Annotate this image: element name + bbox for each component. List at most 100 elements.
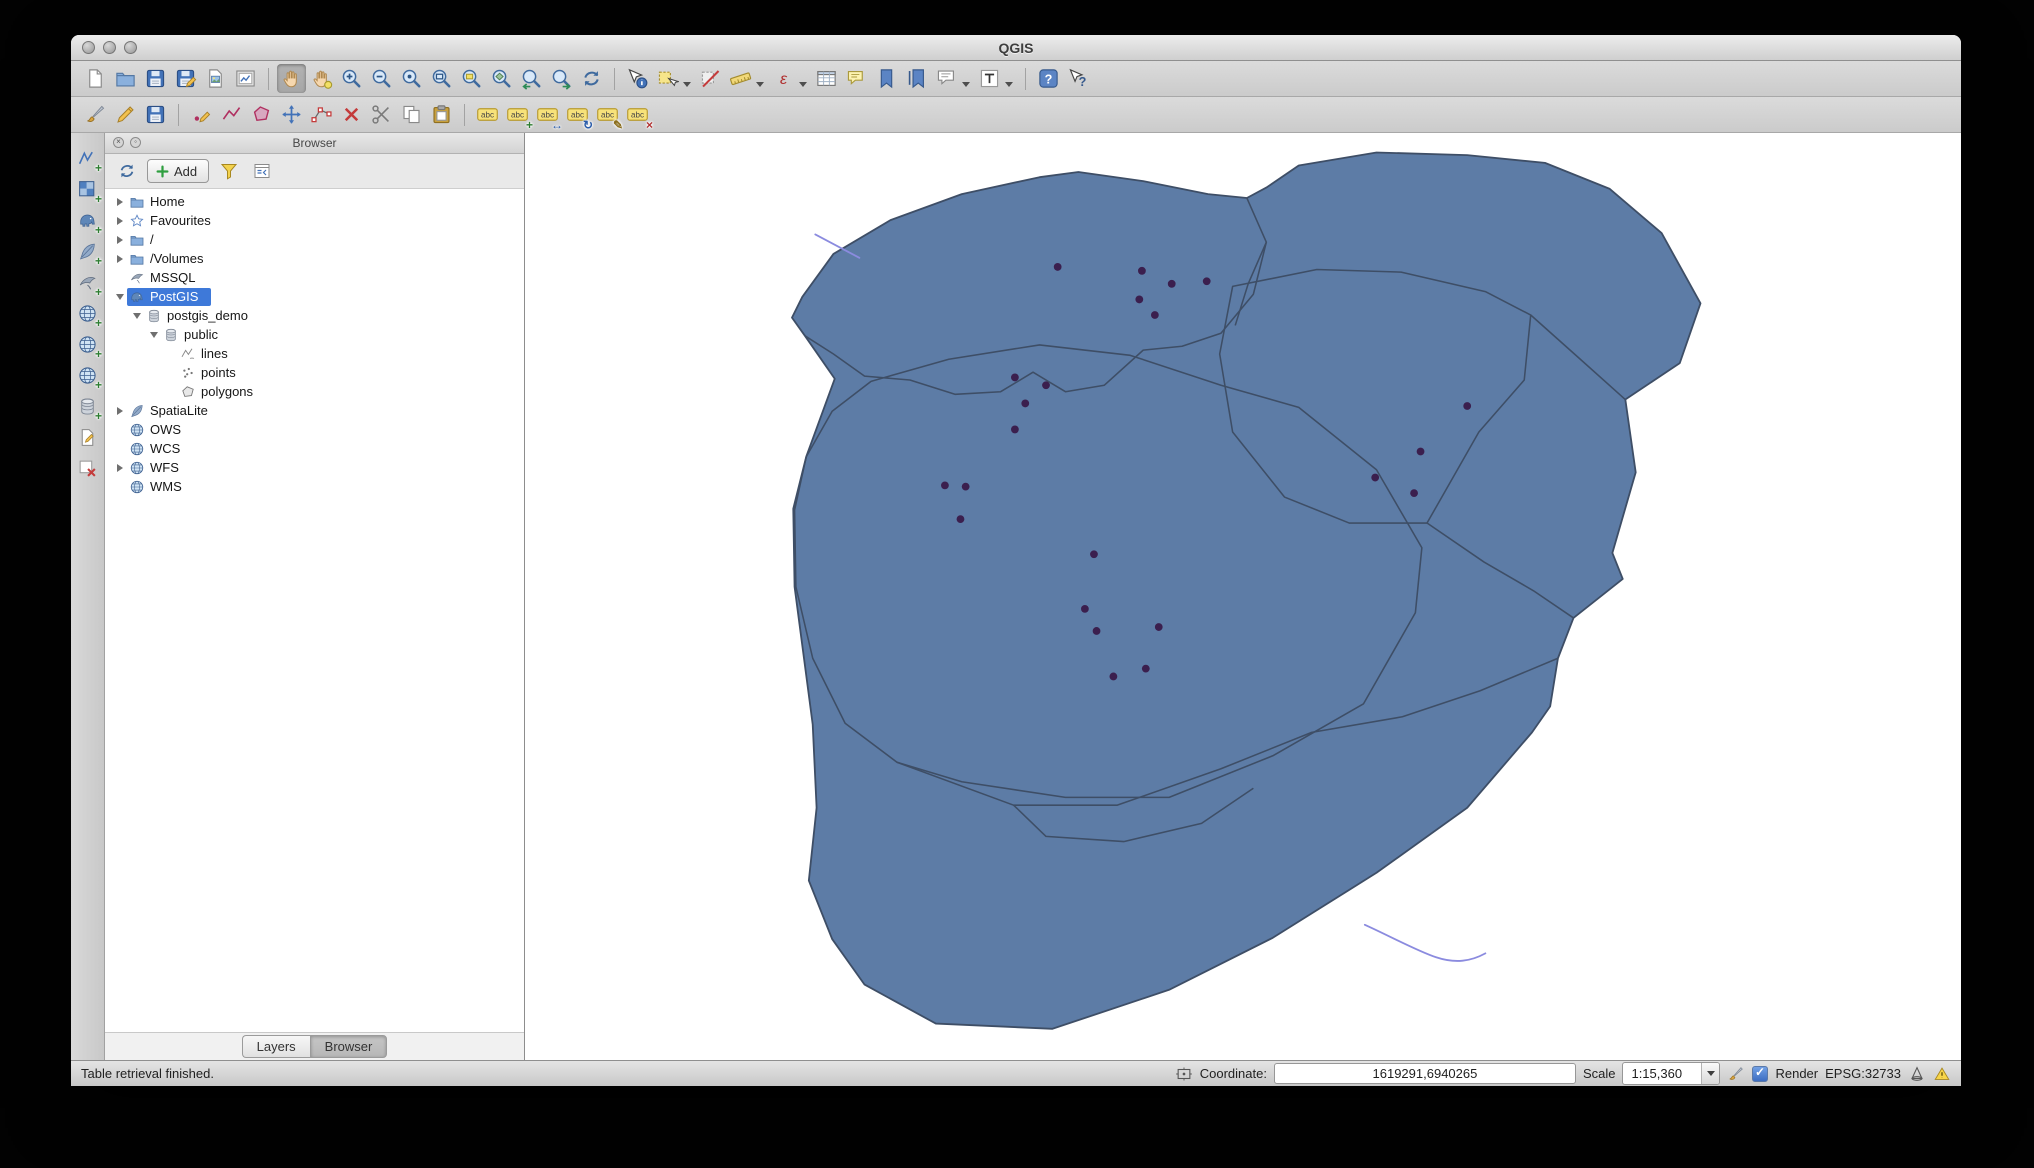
zoom-to-selection-button[interactable] [457, 64, 486, 93]
combo-caret-icon[interactable] [1701, 1063, 1719, 1084]
expander-open-icon[interactable] [113, 294, 127, 300]
label-edit-button[interactable]: ✎ [593, 100, 622, 129]
expander-open-icon[interactable] [147, 332, 161, 338]
map-tips-button[interactable] [842, 64, 871, 93]
tree-item-wms[interactable]: WMS [105, 477, 524, 496]
scale-combo[interactable]: 1:15,360 [1622, 1062, 1720, 1085]
tree-item-volumes[interactable]: /Volumes [105, 249, 524, 268]
close-window-button[interactable] [82, 41, 95, 54]
add-wfs-layer-button[interactable]: + [74, 362, 101, 389]
label-rotate-button[interactable]: ↻ [563, 100, 592, 129]
whats-this-button[interactable] [1064, 64, 1093, 93]
expander-closed-icon[interactable] [113, 217, 127, 225]
expander-closed-icon[interactable] [113, 407, 127, 415]
zoom-next-button[interactable] [547, 64, 576, 93]
tree-item-wfs[interactable]: WFS [105, 458, 524, 477]
tree-item-postgis[interactable]: PostGIS [105, 287, 524, 306]
expander-closed-icon[interactable] [113, 255, 127, 263]
attribute-table-button[interactable] [812, 64, 841, 93]
field-calculator-button[interactable] [769, 64, 798, 93]
panel-close-button[interactable] [113, 137, 124, 148]
zoom-to-layer-button[interactable] [487, 64, 516, 93]
toggle-editing-button[interactable] [111, 100, 140, 129]
expander-closed-icon[interactable] [113, 464, 127, 472]
label-delete-button[interactable]: × [623, 100, 652, 129]
dropdown-caret-icon[interactable] [962, 82, 970, 87]
help-button[interactable] [1034, 64, 1063, 93]
capture-point-button[interactable] [187, 100, 216, 129]
identify-button[interactable] [623, 64, 652, 93]
refresh-map-button[interactable] [577, 64, 606, 93]
minimize-window-button[interactable] [103, 41, 116, 54]
expander-open-icon[interactable] [130, 313, 144, 319]
dropdown-caret-icon[interactable] [1005, 82, 1013, 87]
panel-tab-layers[interactable]: Layers [242, 1035, 310, 1058]
tree-item-points[interactable]: points [105, 363, 524, 382]
zoom-out-button[interactable] [367, 64, 396, 93]
add-selected-layers-button[interactable]: Add [147, 159, 209, 183]
save-as-image-button[interactable] [201, 64, 230, 93]
delete-selected-button[interactable] [337, 100, 366, 129]
new-print-composer-button[interactable] [231, 64, 260, 93]
new-bookmark-button[interactable] [872, 64, 901, 93]
tree-item-ows[interactable]: OWS [105, 420, 524, 439]
dropdown-caret-icon[interactable] [756, 82, 764, 87]
map-canvas[interactable] [525, 133, 1961, 1060]
zoom-full-button[interactable] [427, 64, 456, 93]
render-checkbox[interactable] [1752, 1066, 1768, 1082]
tree-item-public[interactable]: public [105, 325, 524, 344]
capture-polygon-button[interactable] [247, 100, 276, 129]
capture-line-button[interactable] [217, 100, 246, 129]
tree-item-spatialite[interactable]: SpatiaLite [105, 401, 524, 420]
node-tool-button[interactable] [307, 100, 336, 129]
tree-item-lines[interactable]: lines [105, 344, 524, 363]
dropdown-caret-icon[interactable] [799, 82, 807, 87]
copy-features-button[interactable] [397, 100, 426, 129]
zoom-window-button[interactable] [124, 41, 137, 54]
remove-layer-button[interactable] [74, 455, 101, 482]
label-pin-button[interactable]: + [503, 100, 532, 129]
log-messages-icon[interactable] [1933, 1065, 1951, 1083]
browser-collapse-button[interactable] [249, 158, 275, 184]
open-project-button[interactable] [111, 64, 140, 93]
label-move-button[interactable]: ↔ [533, 100, 562, 129]
tree-item-mssql[interactable]: MSSQL [105, 268, 524, 287]
paste-features-button[interactable] [427, 100, 456, 129]
add-vector-layer-button[interactable]: + [74, 145, 101, 172]
zoom-native-button[interactable] [397, 64, 426, 93]
new-shapefile-layer-button[interactable] [74, 424, 101, 451]
tree-item-favourites[interactable]: Favourites [105, 211, 524, 230]
select-features-button[interactable] [653, 64, 682, 93]
browser-refresh-button[interactable] [114, 158, 140, 184]
browser-filter-button[interactable] [216, 158, 242, 184]
add-wcs-layer-button[interactable]: + [74, 331, 101, 358]
current-edits-button[interactable] [81, 100, 110, 129]
save-project-as-button[interactable] [171, 64, 200, 93]
pan-to-selection-button[interactable] [307, 64, 336, 93]
label-button[interactable] [473, 100, 502, 129]
zoom-last-button[interactable] [517, 64, 546, 93]
add-database-layer-button[interactable]: + [74, 393, 101, 420]
pan-map-button[interactable] [277, 64, 306, 93]
tree-item-wcs[interactable]: WCS [105, 439, 524, 458]
tree-item-postgis-demo[interactable]: postgis_demo [105, 306, 524, 325]
add-raster-layer-button[interactable]: + [74, 176, 101, 203]
measure-button[interactable] [726, 64, 755, 93]
tree-item-home[interactable]: Home [105, 192, 524, 211]
add-mssql-layer-button[interactable]: + [74, 269, 101, 296]
save-project-button[interactable] [141, 64, 170, 93]
add-wms-layer-button[interactable]: + [74, 300, 101, 327]
cut-features-button[interactable] [367, 100, 396, 129]
dropdown-caret-icon[interactable] [683, 82, 691, 87]
expander-closed-icon[interactable] [113, 198, 127, 206]
panel-float-button[interactable] [130, 137, 141, 148]
add-postgis-layer-button[interactable]: + [74, 207, 101, 234]
crs-status-icon[interactable] [1908, 1065, 1926, 1083]
new-project-button[interactable] [81, 64, 110, 93]
text-annotation-button[interactable] [975, 64, 1004, 93]
add-spatialite-layer-button[interactable]: + [74, 238, 101, 265]
deselect-features-button[interactable] [696, 64, 725, 93]
annotation-button[interactable] [932, 64, 961, 93]
panel-tab-browser[interactable]: Browser [310, 1035, 388, 1058]
save-edits-button[interactable] [141, 100, 170, 129]
